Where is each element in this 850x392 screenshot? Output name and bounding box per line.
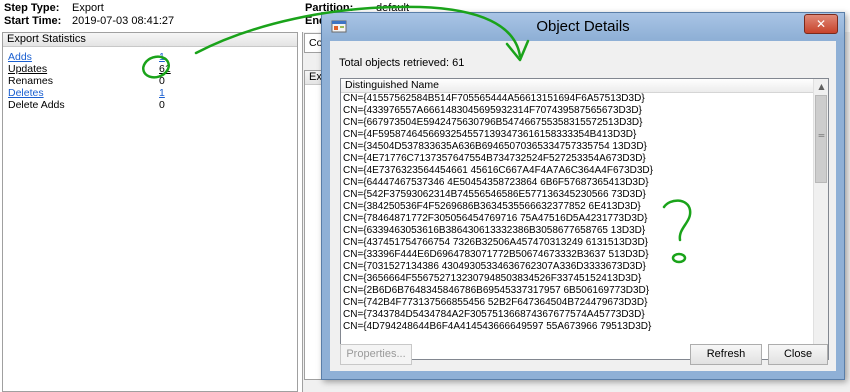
vertical-scrollbar[interactable]: ▲ ═ ▼ xyxy=(813,79,828,359)
deletes-link[interactable]: Deletes xyxy=(8,87,44,99)
list-body[interactable]: CN={41557562584B514F705565444A5661315169… xyxy=(341,93,814,359)
list-item[interactable]: CN={78464871772F305056454769716 75A47516… xyxy=(341,213,814,225)
list-item[interactable]: CN={542F37593062314B74556546586E57713634… xyxy=(341,189,814,201)
list-item[interactable]: CN={33396F444E6D6964783071772B5067467333… xyxy=(341,249,814,261)
list-item[interactable]: CN={7031527134386 43049305334636762307A3… xyxy=(341,261,814,273)
refresh-button[interactable]: Refresh xyxy=(690,344,762,365)
column-header-distinguished-name[interactable]: Distinguished Name xyxy=(341,79,814,93)
dialog-title: Object Details xyxy=(536,18,630,35)
scroll-grip-icon: ═ xyxy=(818,131,825,140)
list-item[interactable]: CN={667973504E5942475630796B547466755358… xyxy=(341,117,814,129)
export-statistics-panel: Export Statistics Adds 1 Updates 61 Rena… xyxy=(2,32,298,392)
adds-link[interactable]: Adds xyxy=(8,51,32,63)
dialog-client-area: Total objects retrieved: 61 Distinguishe… xyxy=(330,41,836,371)
list-item[interactable]: CN={433976557A6661483045695932314F707439… xyxy=(341,105,814,117)
properties-button[interactable]: Properties... xyxy=(340,344,412,365)
stats-row-deletes[interactable]: Deletes 1 xyxy=(3,87,297,99)
object-details-dialog: Object Details ✕ Total objects retrieved… xyxy=(321,12,845,380)
start-time-label: Start Time: xyxy=(4,15,62,27)
close-window-button[interactable]: ✕ xyxy=(804,14,838,34)
total-objects-text: Total objects retrieved: 61 xyxy=(339,57,465,69)
list-item[interactable]: CN={384250536F4F5269686B3634535566632377… xyxy=(341,201,814,213)
updates-count-link[interactable]: 61 xyxy=(159,63,171,75)
distinguished-name-list[interactable]: Distinguished Name CN={41557562584B514F7… xyxy=(340,78,829,360)
stats-row-updates[interactable]: Updates 61 xyxy=(3,63,297,75)
close-button[interactable]: Close xyxy=(768,344,828,365)
stats-row-delete-adds: Delete Adds 0 xyxy=(3,99,297,111)
delete-adds-label: Delete Adds xyxy=(8,99,65,111)
list-item[interactable]: CN={437451754766754 7326B32506A457470313… xyxy=(341,237,814,249)
list-item[interactable]: CN={41557562584B514F705565444A5661315169… xyxy=(341,93,814,105)
list-item[interactable]: CN={34504D537833635A636B6946507036533475… xyxy=(341,141,814,153)
adds-count-link[interactable]: 1 xyxy=(159,51,165,63)
export-statistics-header: Export Statistics xyxy=(3,33,297,47)
list-item[interactable]: CN={3656664F5567527132307948503834526F33… xyxy=(341,273,814,285)
updates-link[interactable]: Updates xyxy=(8,63,47,75)
renames-count: 0 xyxy=(159,75,165,87)
list-item[interactable]: CN={4E71776C7137357647554B734732524F5272… xyxy=(341,153,814,165)
list-item[interactable]: CN={4F5958746456693254557139347361615833… xyxy=(341,129,814,141)
list-item[interactable]: CN={64447467537346 4E50454358723864 6B6F… xyxy=(341,177,814,189)
list-item[interactable]: CN={4E7376323564454661 45616C667A4F4A7A6… xyxy=(341,165,814,177)
delete-adds-count: 0 xyxy=(159,99,165,111)
dialog-titlebar[interactable]: Object Details ✕ xyxy=(322,13,844,39)
scroll-up-arrow-icon[interactable]: ▲ xyxy=(814,79,829,94)
start-time-value: 2019-07-03 08:41:27 xyxy=(72,15,175,27)
list-item[interactable]: CN={6339463053616B386430613332386B305867… xyxy=(341,225,814,237)
list-item[interactable]: CN={7343784D5434784A2F305751366874367677… xyxy=(341,309,814,321)
stats-row-adds[interactable]: Adds 1 xyxy=(3,51,297,63)
deletes-count-link[interactable]: 1 xyxy=(159,87,165,99)
list-item[interactable]: CN={2B6D6B7648345846786B69545337317957 6… xyxy=(341,285,814,297)
step-type-label: Step Type: xyxy=(4,2,60,14)
step-type-value: Export xyxy=(72,2,104,14)
list-item[interactable]: CN={742B4F773137566855456 52B2F647364504… xyxy=(341,297,814,309)
scrollbar-thumb[interactable]: ═ xyxy=(815,95,827,183)
list-item[interactable]: CN={4D794248644B6F4A414543666649597 55A6… xyxy=(341,321,814,333)
stats-row-renames: Renames 0 xyxy=(3,75,297,87)
renames-label: Renames xyxy=(8,75,53,87)
